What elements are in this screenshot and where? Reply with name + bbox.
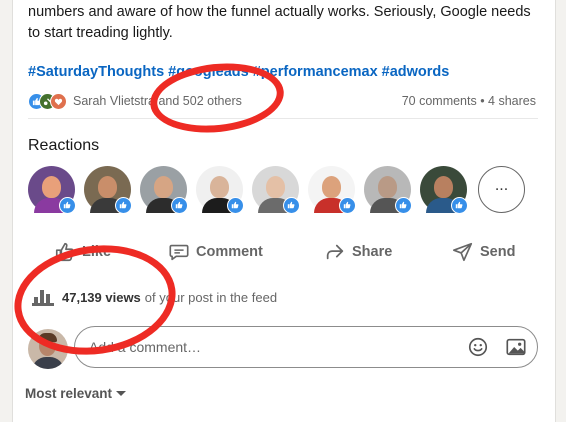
reactor-avatar[interactable] bbox=[308, 166, 356, 214]
reactor-avatar[interactable] bbox=[84, 166, 132, 214]
post-text: numbers and aware of how the funnel actu… bbox=[28, 2, 533, 44]
comment-button[interactable]: Comment bbox=[168, 238, 263, 266]
comment-sort-dropdown[interactable]: Most relevant bbox=[25, 386, 127, 401]
like-badge-icon bbox=[451, 197, 468, 214]
emoji-icon[interactable] bbox=[467, 336, 489, 363]
reactor-avatar[interactable] bbox=[252, 166, 300, 214]
send-label: Send bbox=[480, 244, 516, 260]
post-text-line: numbers and aware of how the funnel actu… bbox=[28, 4, 531, 20]
hashtag-link[interactable]: #SaturdayThoughts bbox=[28, 64, 164, 80]
support-reaction-icon bbox=[50, 93, 67, 110]
send-button[interactable]: Send bbox=[452, 238, 515, 266]
comments-shares-count[interactable]: 70 comments • 4 shares bbox=[402, 94, 536, 108]
like-badge-icon bbox=[59, 197, 76, 214]
reaction-icons[interactable] bbox=[28, 93, 72, 110]
like-badge-icon bbox=[283, 197, 300, 214]
share-icon bbox=[326, 244, 344, 260]
comment-icon bbox=[169, 244, 189, 261]
post-text-line: to start treading lightly. bbox=[28, 25, 173, 41]
reactor-avatar[interactable] bbox=[28, 166, 76, 214]
hashtag-link[interactable]: #adwords bbox=[382, 64, 450, 80]
reactor-avatar[interactable] bbox=[140, 166, 188, 214]
sort-label: Most relevant bbox=[25, 386, 113, 401]
reactions-avatar-list: ... bbox=[28, 166, 548, 218]
reactor-avatar[interactable] bbox=[364, 166, 412, 214]
image-icon[interactable] bbox=[505, 336, 527, 363]
like-badge-icon bbox=[115, 197, 132, 214]
share-button[interactable]: Share bbox=[324, 238, 392, 266]
like-badge-icon bbox=[227, 197, 244, 214]
caret-down-icon bbox=[116, 390, 127, 396]
divider bbox=[28, 118, 538, 119]
like-badge-icon bbox=[171, 197, 188, 214]
send-icon bbox=[453, 242, 473, 262]
like-badge-icon bbox=[395, 197, 412, 214]
reactions-heading: Reactions bbox=[28, 137, 100, 154]
reactor-avatar[interactable] bbox=[420, 166, 468, 214]
more-reactions-button[interactable]: ... bbox=[478, 166, 525, 213]
reactor-avatar[interactable] bbox=[196, 166, 244, 214]
comment-label: Comment bbox=[196, 244, 263, 260]
like-badge-icon bbox=[339, 197, 356, 214]
share-label: Share bbox=[352, 244, 393, 260]
more-label: ... bbox=[494, 177, 509, 194]
